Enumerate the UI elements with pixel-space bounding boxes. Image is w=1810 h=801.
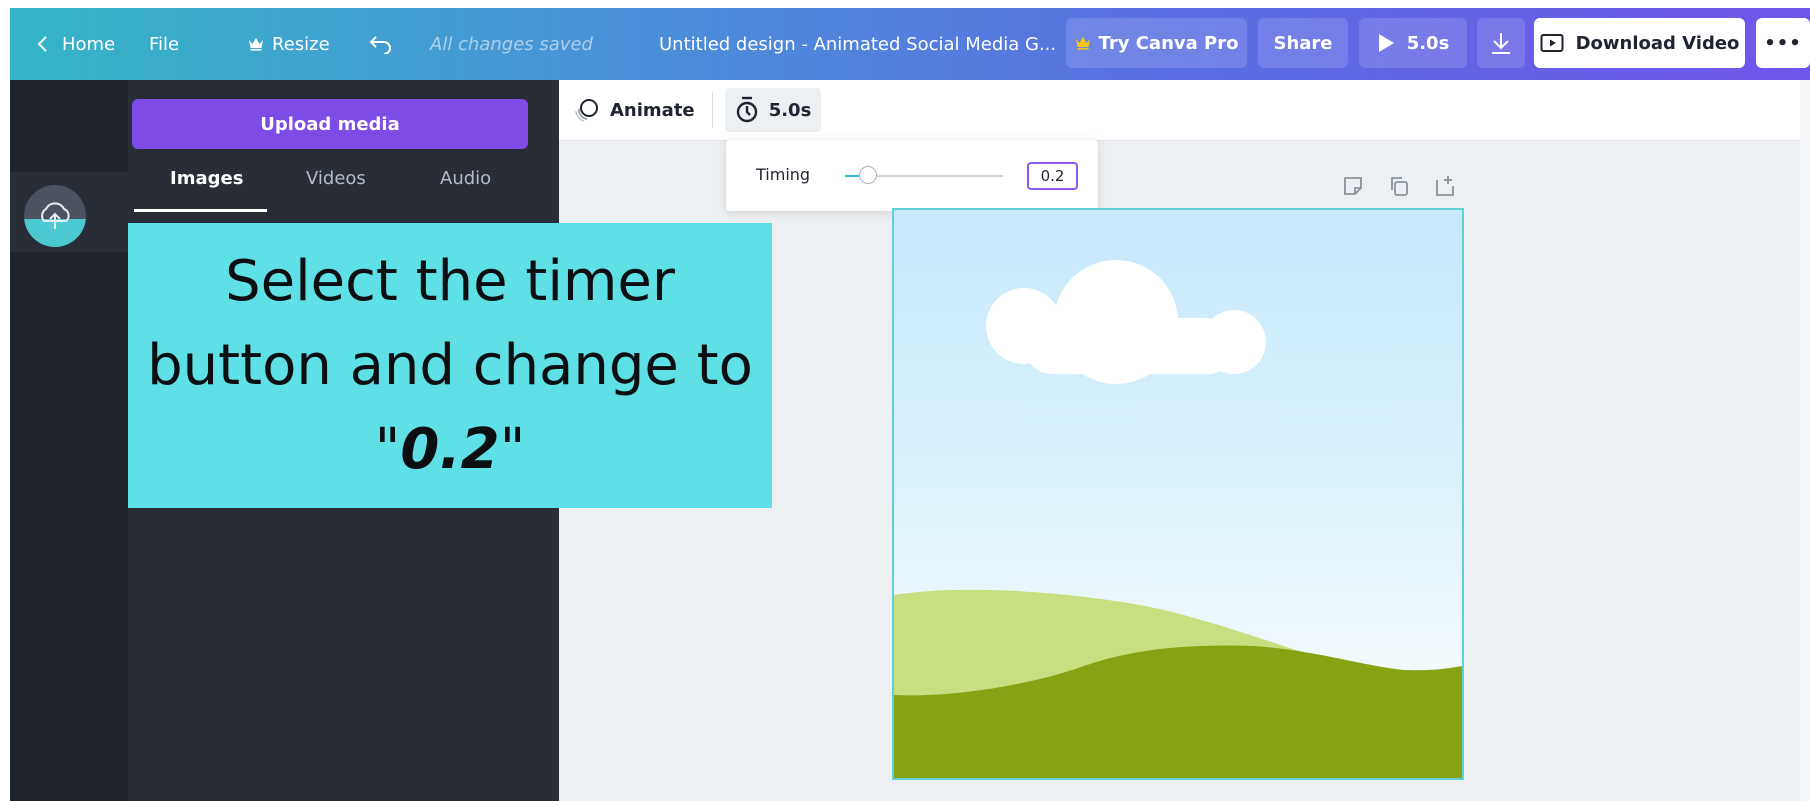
instruction-quote-open: " — [374, 416, 401, 482]
download-icon — [1492, 33, 1510, 54]
download-video-label: Download Video — [1575, 32, 1740, 54]
home-button[interactable]: Home — [36, 8, 115, 80]
instruction-line-1: Select the timer — [225, 248, 675, 314]
save-status: All changes saved — [430, 33, 593, 55]
download-button[interactable] — [1477, 18, 1525, 68]
timing-label: Timing — [756, 165, 811, 184]
resize-button[interactable]: Resize — [248, 8, 330, 80]
cloud-graphic[interactable] — [986, 260, 1266, 384]
more-icon: ••• — [1764, 32, 1802, 54]
top-bar: Home File Resize All changes saved Untit… — [10, 8, 1810, 80]
try-canva-pro-label: Try Canva Pro — [1098, 32, 1239, 54]
toolbar-divider — [712, 92, 713, 128]
instruction-line-3: "0.2" — [128, 408, 772, 492]
home-label: Home — [62, 33, 116, 55]
timer-label: 5.0s — [768, 99, 812, 121]
design-canvas[interactable] — [892, 208, 1464, 780]
share-label: Share — [1273, 32, 1333, 54]
timer-icon — [736, 96, 757, 123]
instruction-line-2: button and change to — [147, 332, 753, 398]
file-label: File — [149, 33, 180, 55]
upload-media-button[interactable]: Upload media — [132, 99, 528, 149]
animate-icon — [575, 99, 598, 122]
add-note-icon[interactable] — [1341, 174, 1365, 198]
crown-icon — [249, 38, 263, 51]
timer-button[interactable]: 5.0s — [725, 88, 821, 132]
design-title[interactable]: Untitled design - Animated Social Media … — [659, 8, 1056, 80]
resize-label: Resize — [272, 33, 330, 55]
instruction-value: 0.2 — [400, 416, 500, 482]
download-video-button[interactable]: Download Video — [1534, 18, 1745, 68]
animate-label: Animate — [610, 99, 695, 121]
share-button[interactable]: Share — [1258, 18, 1348, 68]
tab-audio[interactable]: Audio — [440, 168, 491, 189]
play-duration: 5.0s — [1406, 32, 1450, 54]
editor-scroll-edge[interactable] — [1800, 80, 1810, 801]
play-icon — [1378, 34, 1394, 52]
timing-slider-thumb[interactable] — [859, 166, 877, 184]
instruction-overlay: Select the timer button and change to "0… — [128, 223, 772, 508]
play-button[interactable]: 5.0s — [1359, 18, 1467, 68]
tab-videos[interactable]: Videos — [306, 168, 366, 189]
window-left-edge — [0, 0, 10, 801]
undo-icon — [369, 36, 391, 54]
instruction-quote-close: " — [499, 416, 526, 482]
undo-button[interactable] — [368, 8, 394, 80]
add-page-icon[interactable] — [1433, 174, 1457, 198]
cloud-upload-icon[interactable] — [24, 185, 86, 247]
active-tab-indicator — [134, 209, 267, 212]
crown-icon — [1075, 37, 1090, 50]
chevron-left-icon — [37, 36, 47, 52]
tab-images[interactable]: Images — [170, 168, 243, 189]
timing-value-input[interactable] — [1027, 162, 1078, 190]
animate-button[interactable]: Animate — [574, 90, 695, 130]
more-options-button[interactable]: ••• — [1756, 18, 1810, 68]
try-canva-pro-button[interactable]: Try Canva Pro — [1066, 18, 1247, 68]
file-menu-button[interactable]: File — [149, 8, 179, 80]
video-icon — [1540, 34, 1564, 52]
duplicate-page-icon[interactable] — [1387, 174, 1411, 198]
